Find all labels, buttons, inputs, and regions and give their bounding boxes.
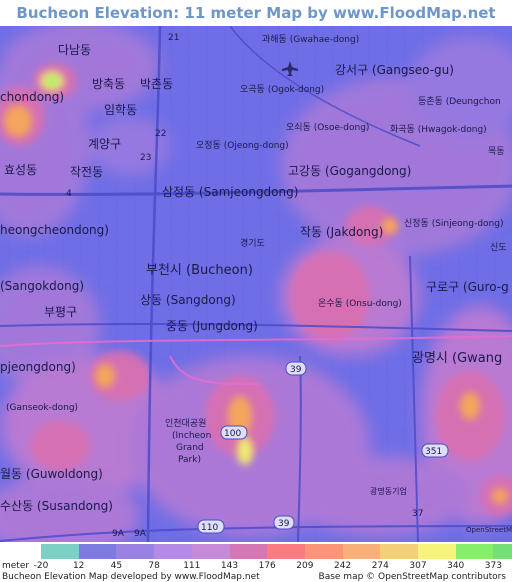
place-label: 광명시 (Gwang — [412, 351, 502, 366]
place-label: (Incheon — [172, 431, 211, 441]
legend-swatch — [267, 544, 306, 559]
legend-swatch — [342, 544, 381, 559]
road-shield: 9A — [112, 529, 125, 539]
place-label: (Ganseok-dong) — [6, 403, 78, 413]
legend-swatch — [418, 544, 456, 559]
legend-swatch — [380, 544, 419, 559]
place-label: 화곡동 (Hwagok-dong) — [390, 124, 487, 135]
place-label: 다남동 — [58, 43, 91, 57]
place-label: 신정동 (Sinjeong-dong) — [404, 218, 504, 229]
footer-attribution[interactable]: Base map © OpenStreetMap contributors — [319, 572, 506, 582]
legend-tick: 373 — [484, 561, 502, 571]
place-label: 오정동 (Ojeong-dong) — [196, 140, 289, 151]
road-shield: 22 — [155, 129, 166, 139]
place-label: 부평구 — [44, 305, 77, 319]
place-label: 강서구 (Gangseo-gu) — [335, 63, 454, 77]
legend-tick: 45 — [110, 561, 123, 571]
place-label: 신도 — [490, 242, 507, 253]
legend-swatch — [78, 544, 117, 559]
place-label: 수산동 (Susandong) — [0, 499, 113, 513]
legend-swatch — [304, 544, 343, 559]
svg-text:100: 100 — [224, 429, 241, 439]
place-label: Grand — [176, 443, 204, 453]
road-shield-100: 100 — [220, 425, 248, 440]
legend-tick: -20 — [33, 561, 49, 571]
legend-swatch — [116, 544, 155, 559]
place-label: 과해동 (Gwahae-dong) — [262, 34, 359, 45]
place-label: 중동 (Jungdong) — [166, 319, 258, 333]
place-label: 등촌동 (Deungchon — [418, 96, 501, 107]
legend-tick: 111 — [183, 561, 201, 571]
legend-tick: 176 — [258, 561, 276, 571]
legend-tick: 143 — [220, 561, 239, 571]
place-label: chondong) — [0, 90, 64, 104]
place-label: 효성동 — [4, 163, 37, 177]
place-label: 삼정동 (Samjeongdong) — [162, 185, 298, 199]
footer-credit[interactable]: Bucheon Elevation Map developed by www.F… — [2, 572, 260, 582]
place-label: 월동 (Guwoldong) — [0, 467, 103, 481]
place-label: 방축동 — [92, 77, 125, 91]
place-label: 인천대공원 — [165, 418, 206, 429]
place-label: (Sangokdong) — [0, 279, 84, 293]
road-shield: 4 — [66, 189, 72, 199]
place-label: 오쇠동 (Osoe-dong) — [286, 122, 369, 133]
map-title: Bucheon Elevation: 11 meter Map by www.F… — [16, 4, 496, 48]
place-label: pjeongdong) — [0, 360, 76, 374]
place-label: 오곡동 (Ogok-dong) — [240, 84, 324, 95]
road-shield-39: 39 — [285, 361, 307, 376]
road-shield: 21 — [168, 33, 179, 43]
road-shield: 9A — [134, 529, 147, 539]
road-shield-110: 110 — [197, 519, 225, 534]
place-label: 온수동 (Onsu-dong) — [318, 298, 402, 309]
svg-text:39: 39 — [278, 519, 290, 529]
legend-swatch — [41, 544, 79, 559]
road-shield: 23 — [140, 153, 151, 163]
place-label: 고강동 (Gogangdong) — [288, 164, 411, 178]
legend-tick: 307 — [409, 561, 427, 571]
place-label: 박촌동 — [140, 77, 173, 91]
road-shield: 37 — [412, 509, 423, 519]
legend-tick: 12 — [72, 561, 85, 571]
place-label: 작전동 — [70, 165, 103, 179]
legend-swatch — [493, 544, 512, 559]
road-shield-351: 351 — [421, 443, 449, 458]
osm-watermark: OpenStreetMap — [466, 526, 512, 534]
legend-swatch — [455, 544, 494, 559]
legend-swatch — [154, 544, 193, 559]
place-label: 부천시 (Bucheon) — [146, 263, 253, 278]
legend-tick: 242 — [334, 561, 352, 571]
svg-text:110: 110 — [201, 523, 218, 533]
elevation-map[interactable]: 다남동 chondong) 방축동 박촌동 임학동 계양구 효성동 작전동 과해… — [0, 26, 512, 542]
legend-tick: 274 — [371, 561, 389, 571]
legend-swatch — [191, 544, 230, 559]
place-label: Park) — [178, 455, 201, 465]
legend-tick: 209 — [296, 561, 314, 571]
legend-tick: 340 — [447, 561, 465, 571]
place-label: 목동 — [488, 146, 505, 157]
place-label: 경기도 — [240, 237, 265, 249]
place-label: 작동 (Jakdong) — [300, 225, 383, 239]
elevation-legend: meter -20 12 45 78 111 143 176 209 242 274 307 340 3… — [0, 542, 512, 582]
place-label: 상동 (Sangdong) — [140, 293, 236, 307]
place-label: 임학동 — [104, 103, 137, 117]
road-shield-39b: 39 — [273, 515, 295, 530]
place-label: 구로구 (Guro-g — [426, 280, 509, 294]
place-label: heongcheondong) — [0, 223, 109, 237]
legend-tick: 78 — [148, 561, 160, 571]
place-label: 계양구 — [88, 137, 121, 151]
place-label: 광명동기업 — [370, 486, 407, 496]
svg-text:39: 39 — [290, 365, 302, 375]
legend-swatch — [229, 544, 268, 559]
svg-text:351: 351 — [425, 447, 442, 457]
